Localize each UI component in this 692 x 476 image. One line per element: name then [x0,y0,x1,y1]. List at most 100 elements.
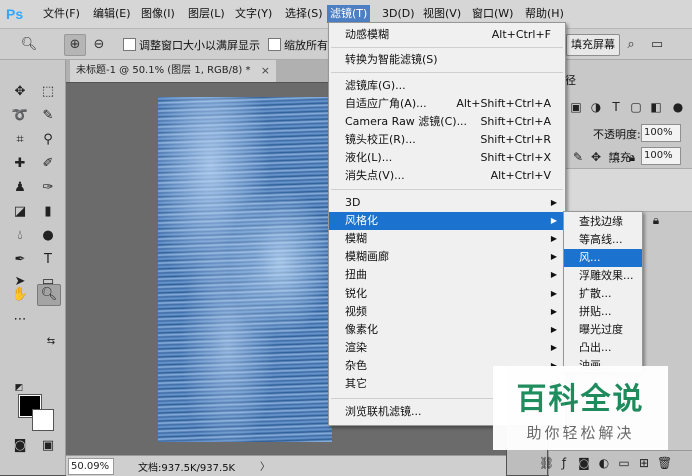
filter-smart-icon[interactable]: ◧ [649,100,663,114]
zoom-out-icon[interactable]: ⊖ [88,34,110,56]
stamp-tool-icon[interactable]: ♟ [9,178,31,198]
menu-item-blur-gallery[interactable]: 模糊画廊 ▶ [329,248,565,266]
menu-item-sharpen[interactable]: 锐化 ▶ [329,285,565,303]
layer-lock-icon: 🔒︎ [652,213,660,227]
gradient-tool-icon[interactable]: ▮ [37,202,59,222]
quick-select-tool-icon[interactable]: ✎ [37,106,59,126]
document-tab[interactable]: 未标题-1 @ 50.1% (图层 1, RGB/8) * × [70,60,276,82]
status-menu-arrow-icon[interactable]: 〉 [260,458,270,473]
filter-adjust-icon[interactable]: ◑ [589,100,603,114]
menu-window[interactable]: 窗口(W) [469,5,516,23]
default-colors-icon[interactable]: ◩ [8,378,30,398]
type-tool-icon[interactable]: T [37,250,59,270]
pen-tool-icon[interactable]: ✒ [9,250,31,270]
menu-separator [331,72,563,73]
menu-item-distort[interactable]: 扭曲 ▶ [329,266,565,284]
menu-help[interactable]: 帮助(H) [522,5,567,23]
blur-tool-icon[interactable]: 💧︎ [9,226,31,246]
menu-item-adaptive-wide-angle[interactable]: 自适应广角(A)... Alt+Shift+Ctrl+A [329,95,565,113]
menu-item-render[interactable]: 渲染 ▶ [329,339,565,357]
menu-3d[interactable]: 3D(D) [379,5,418,23]
document-size-info: 文档:937.5K/937.5K [138,463,236,474]
quick-mask-icon[interactable]: ◙ [9,436,31,456]
menu-item-3d[interactable]: 3D ▶ [329,194,565,212]
screen-mode-icon[interactable]: ▣ [37,436,59,456]
crop-tool-icon[interactable]: ⌗ [9,130,31,150]
close-icon[interactable]: × [261,60,270,82]
opacity-field[interactable]: 100% [641,124,681,142]
filter-image-icon[interactable]: ▣ [569,100,583,114]
submenu-item-emboss[interactable]: 浮雕效果... [564,267,642,285]
menu-item-lens-correction[interactable]: 镜头校正(R)... Shift+Ctrl+R [329,131,565,149]
menu-item-convert-smart-filters[interactable]: 转换为智能滤镜(S) [329,51,565,69]
healing-brush-tool-icon[interactable]: ✚ [9,154,31,174]
new-layer-icon[interactable]: ⊞ [637,456,651,470]
submenu-item-tiles[interactable]: 拼贴... [564,303,642,321]
submenu-item-solarize[interactable]: 曝光过度 [564,321,642,339]
menu-item-liquify[interactable]: 液化(L)... Shift+Ctrl+X [329,149,565,167]
menu-image[interactable]: 图像(I) [138,5,178,23]
submenu-item-extrude[interactable]: 凸出... [564,339,642,357]
zoom-level-field[interactable]: 50.09% [68,458,114,475]
filter-shape-icon[interactable]: ▢ [629,100,643,114]
menu-select[interactable]: 选择(S) [282,5,326,23]
workspace-icon[interactable]: ▭ [646,34,668,56]
layer-mask-icon[interactable]: ◙ [577,456,591,470]
menu-item-pixelate[interactable]: 像素化 ▶ [329,321,565,339]
submenu-item-trace-contour[interactable]: 等高线... [564,231,642,249]
adjustment-layer-icon[interactable]: ◐ [597,456,611,470]
background-color-swatch[interactable] [32,409,54,431]
menu-item-filter-gallery[interactable]: 滤镜库(G)... [329,77,565,95]
marquee-tool-icon[interactable]: ⬚ [37,82,59,102]
lock-position-icon[interactable]: ✥ [589,150,603,164]
zoom-tool-icon[interactable]: 🔍︎ [37,284,61,306]
menu-type[interactable]: 文字(Y) [232,5,275,23]
menu-view[interactable]: 视图(V) [420,5,464,23]
submenu-item-diffuse[interactable]: 扩散... [564,285,642,303]
resize-windows-checkbox[interactable] [123,38,136,51]
menu-file[interactable]: 文件(F) [40,5,83,23]
search-icon[interactable]: ⌕ [620,34,642,56]
submenu-item-wind[interactable]: 风... [564,249,642,267]
lasso-tool-icon[interactable]: ➰ [9,106,31,126]
submenu-arrow-icon: ▶ [550,270,557,279]
menu-item-stylize[interactable]: 风格化 ▶ [329,212,565,230]
eraser-tool-icon[interactable]: ◪ [9,202,31,222]
link-layers-icon[interactable]: ⛓ [539,456,554,470]
menu-item-motion-blur[interactable]: 动感模糊 Alt+Ctrl+F [329,26,565,44]
fill-field[interactable]: 100% [641,147,681,165]
menu-item-vanishing-point[interactable]: 消失点(V)... Alt+Ctrl+V [329,167,565,185]
eyedropper-tool-icon[interactable]: ⚲ [37,130,59,150]
menu-item-video[interactable]: 视频 ▶ [329,303,565,321]
lock-pixels-icon[interactable]: ✎ [571,150,585,164]
submenu-item-find-edges[interactable]: 查找边缘 [564,213,642,231]
zoom-all-windows-checkbox[interactable] [268,38,281,51]
zoom-tool-preset-icon[interactable]: 🔍︎ [18,34,40,56]
document-canvas[interactable] [158,97,332,442]
swap-colors-icon[interactable]: ⇆ [40,332,62,352]
status-bar: 50.09% 文档:937.5K/937.5K 〉 [66,455,506,476]
hand-tool-icon[interactable]: ✋ [9,285,31,305]
layer-row[interactable]: 🔒︎ [549,168,692,227]
menu-layer[interactable]: 图层(L) [185,5,228,23]
dodge-tool-icon[interactable]: ● [37,226,59,246]
more-tools-icon[interactable]: ⋯ [9,310,31,330]
layer-style-icon[interactable]: ƒ [557,456,571,470]
photoshop-logo: Ps [6,6,24,22]
zoom-in-icon[interactable]: ⊕ [64,34,86,56]
resize-windows-label: 调整窗口大小以满屏显示 [139,39,260,52]
filter-type-icon[interactable]: T [609,100,623,114]
paths-tab-fragment[interactable]: 径 [565,72,576,88]
brush-tool-icon[interactable]: ✐ [37,154,59,174]
opacity-label: 不透明度: [593,128,641,141]
history-brush-tool-icon[interactable]: ✑ [37,178,59,198]
delete-layer-icon[interactable]: 🗑︎ [657,456,672,470]
menu-edit[interactable]: 编辑(E) [90,5,134,23]
filter-toggle-icon[interactable]: ● [671,100,685,114]
move-tool-icon[interactable]: ✥ [9,82,31,102]
fill-screen-button[interactable]: 填充屏幕 [566,34,620,56]
new-group-icon[interactable]: ▭ [617,456,631,470]
menu-filter[interactable]: 滤镜(T) [327,5,371,23]
menu-item-camera-raw[interactable]: Camera Raw 滤镜(C)... Shift+Ctrl+A [329,113,565,131]
menu-item-blur[interactable]: 模糊 ▶ [329,230,565,248]
